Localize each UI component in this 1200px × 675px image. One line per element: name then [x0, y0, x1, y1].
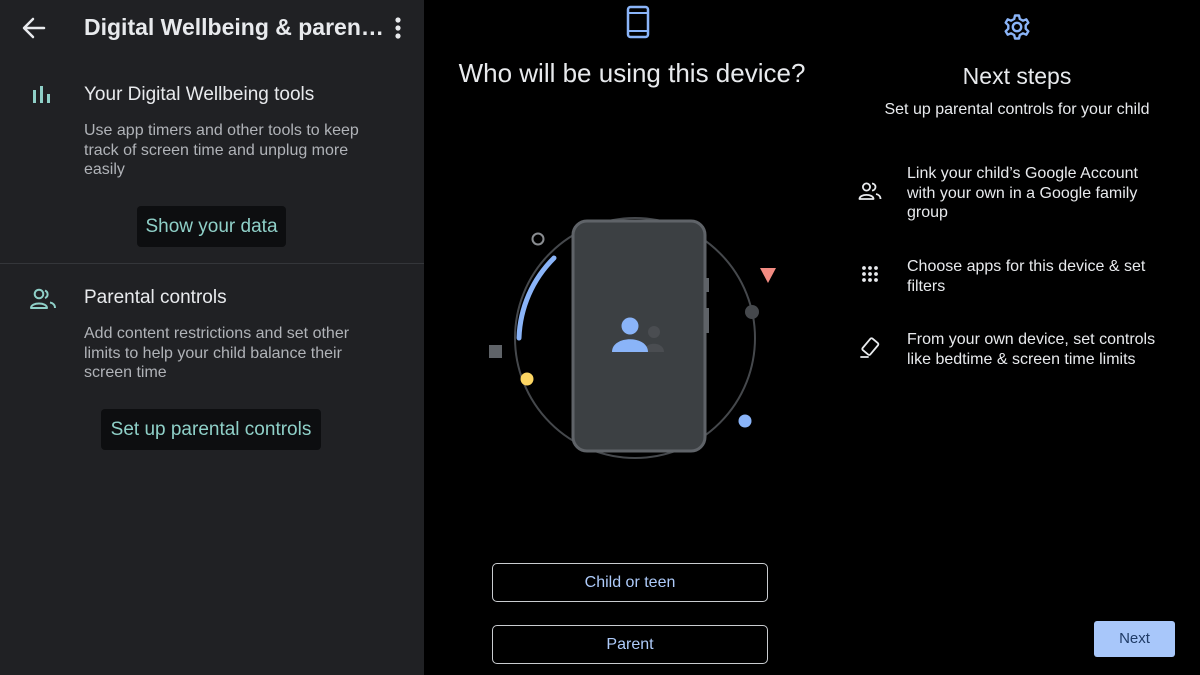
apps-grid-icon — [862, 266, 878, 282]
next-steps-panel: Next steps Set up parental controls for … — [840, 0, 1200, 675]
next-steps-subtitle: Set up parental controls for your child — [884, 101, 1150, 118]
page-title: Digital Wellbeing & paren… — [84, 14, 384, 40]
gear-icon — [1004, 14, 1030, 40]
parental-controls-title: Parental controls — [84, 287, 227, 308]
parent-button[interactable]: Parent — [492, 625, 768, 664]
phone-icon — [626, 5, 650, 39]
digital-wellbeing-panel: Digital Wellbeing & paren… Your Digital … — [0, 0, 424, 675]
next-button[interactable]: Next — [1094, 621, 1175, 657]
people-icon — [858, 182, 882, 200]
people-icon — [30, 288, 56, 309]
step-set-controls: From your own device, set controls like … — [907, 331, 1156, 368]
more-vert-icon[interactable] — [388, 14, 408, 42]
show-your-data-button[interactable]: Show your data — [137, 206, 286, 247]
section-divider — [0, 263, 424, 264]
next-steps-title: Next steps — [962, 63, 1072, 89]
who-uses-device-panel: Who will be using this device? Child or … — [424, 0, 840, 675]
wellbeing-tools-title: Your Digital Wellbeing tools — [84, 84, 315, 105]
step-choose-apps: Choose apps for this device & set filter… — [907, 258, 1146, 295]
wellbeing-tools-description: Use app timers and other tools to keep t… — [84, 122, 359, 178]
child-or-teen-button[interactable]: Child or teen — [492, 563, 768, 602]
phone-family-illustration — [489, 217, 776, 459]
step-link-account: Link your child’s Google Account with yo… — [907, 165, 1138, 221]
set-up-parental-controls-button[interactable]: Set up parental controls — [101, 409, 321, 450]
device-rotate-icon — [860, 337, 880, 358]
back-arrow-icon[interactable] — [20, 14, 48, 42]
parental-controls-description: Add content restrictions and set other l… — [84, 325, 350, 381]
who-title: Who will be using this device? — [458, 58, 806, 88]
bar-chart-icon — [33, 86, 50, 103]
